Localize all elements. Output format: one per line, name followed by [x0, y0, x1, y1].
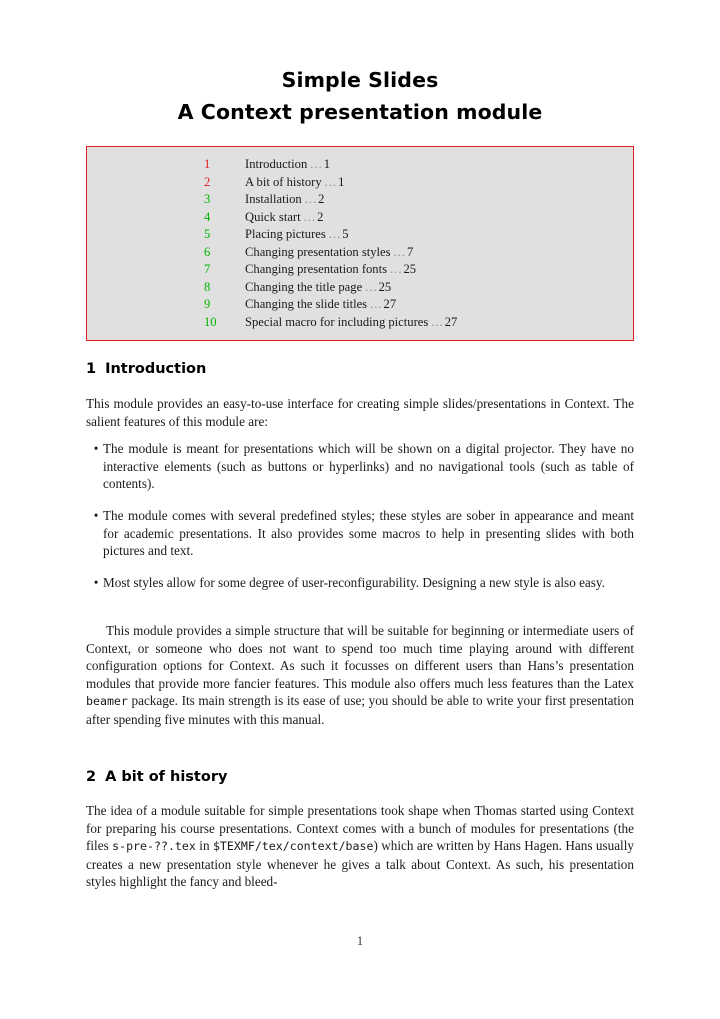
page-number: 1 [356, 934, 364, 948]
bullet-marker: • [93, 575, 99, 590]
toc-entry[interactable]: 3 Installation ... 2 [204, 191, 457, 209]
toc-entry-page: 1 [323, 157, 331, 171]
toc-entry[interactable]: 9 Changing the slide titles ... 27 [204, 296, 457, 314]
document-title-line-1: Simple Slides [281, 68, 439, 92]
toc-entry-title: Placing pictures [245, 227, 326, 241]
section-title: Introduction [105, 361, 207, 377]
toc-entry-number: 7 [204, 262, 211, 276]
toc-entry-number: 1 [204, 157, 211, 171]
toc-entry-leader: ... [365, 279, 378, 294]
section-heading-introduction: 1 Introduction [86, 361, 206, 377]
toc-entry-number: 5 [204, 227, 211, 241]
list-item: • The module is meant for presentations … [86, 440, 634, 493]
section-title: A bit of history [105, 769, 228, 785]
table-of-contents-list: 1 Introduction ... 1 2 A bit of history … [204, 156, 457, 331]
section-heading-history: 2 A bit of history [86, 769, 227, 785]
toc-entry-leader: ... [324, 174, 338, 189]
section-number: 2 [86, 769, 97, 785]
toc-entry-leader: ... [303, 209, 317, 224]
toc-entry[interactable]: 10 Special macro for including pictures … [204, 314, 457, 332]
toc-entry-page: 27 [383, 297, 397, 311]
toc-entry[interactable]: 7 Changing presentation fonts ... 25 [204, 261, 457, 279]
texmf-path-code: $TEXMF/tex/context/base [212, 839, 374, 854]
toc-entry-page: 7 [406, 244, 414, 259]
toc-entry-page: 2 [317, 209, 324, 224]
toc-entry-leader: ... [431, 314, 444, 329]
toc-entry[interactable]: 5 Placing pictures ... 5 [204, 226, 457, 244]
closing-paragraph-part-2: package. Its main strength is its ease o… [86, 693, 634, 727]
toc-entry-page: 27 [444, 314, 458, 329]
toc-entry-page: 25 [378, 279, 392, 294]
section-number: 1 [86, 361, 97, 377]
toc-entry-number: 9 [204, 297, 211, 311]
toc-entry-leader: ... [328, 227, 342, 241]
toc-entry-leader: ... [370, 297, 383, 311]
list-item: • Most styles allow for some degree of u… [86, 574, 634, 592]
toc-entry-title: Changing presentation fonts [245, 262, 388, 276]
toc-entry-page: 2 [318, 192, 325, 206]
toc-entry-page: 5 [342, 227, 349, 241]
toc-entry[interactable]: 4 Quick start ... 2 [204, 209, 457, 227]
toc-entry-number: 4 [204, 209, 211, 224]
toc-entry-title: Special macro for including pictures [245, 314, 429, 329]
bullet-marker: • [93, 441, 99, 456]
toc-entry[interactable]: 1 Introduction ... 1 [204, 156, 457, 174]
introduction-closing-paragraph: This module provides a simple structure … [86, 622, 634, 729]
toc-entry[interactable]: 6 Changing presentation styles ... 7 [204, 244, 457, 262]
history-part-2: in [195, 838, 213, 854]
introduction-paragraph: This module provides an easy-to-use inte… [86, 396, 634, 429]
document-page: Simple Slides A Context presentation mod… [0, 0, 720, 1019]
closing-paragraph-part-1: This module provides a simple structure … [86, 623, 634, 691]
toc-entry-page: 1 [338, 174, 345, 189]
toc-entry-title: A bit of history [245, 174, 322, 189]
toc-entry-page: 25 [403, 262, 417, 276]
toc-entry-number: 6 [204, 244, 211, 259]
toc-entry-leader: ... [304, 192, 318, 206]
toc-entry-number: 3 [204, 192, 211, 206]
toc-entry-leader: ... [390, 262, 403, 276]
toc-entry-number: 2 [204, 174, 211, 189]
bullet-marker: • [93, 508, 99, 523]
toc-entry-leader: ... [310, 157, 323, 171]
toc-entry[interactable]: 2 A bit of history ... 1 [204, 174, 457, 192]
toc-entry-title: Changing the slide titles [245, 297, 368, 311]
history-paragraph: The idea of a module suitable for simple… [86, 802, 634, 891]
toc-entry-number: 10 [204, 314, 217, 329]
toc-entry-title: Changing the title page [245, 279, 363, 294]
toc-entry-title: Installation [245, 192, 302, 206]
document-subtitle-line-2: A Context presentation module [177, 100, 543, 124]
toc-entry[interactable]: 8 Changing the title page ... 25 [204, 279, 457, 297]
toc-entry-title: Changing presentation styles [245, 244, 391, 259]
list-item-text: The module is meant for presentations wh… [103, 441, 634, 492]
table-of-contents-box: 1 Introduction ... 1 2 A bit of history … [86, 146, 634, 341]
list-item-text: The module comes with several predefined… [103, 508, 634, 559]
toc-entry-number: 8 [204, 279, 211, 294]
toc-entry-leader: ... [393, 244, 406, 259]
list-item: • The module comes with several predefin… [86, 507, 634, 560]
beamer-package-name: beamer [86, 694, 128, 709]
toc-entry-title: Quick start [245, 209, 301, 224]
file-pattern-code: s-pre-??.tex [112, 839, 196, 854]
list-item-text: Most styles allow for some degree of use… [103, 575, 605, 590]
toc-entry-title: Introduction [245, 157, 308, 171]
